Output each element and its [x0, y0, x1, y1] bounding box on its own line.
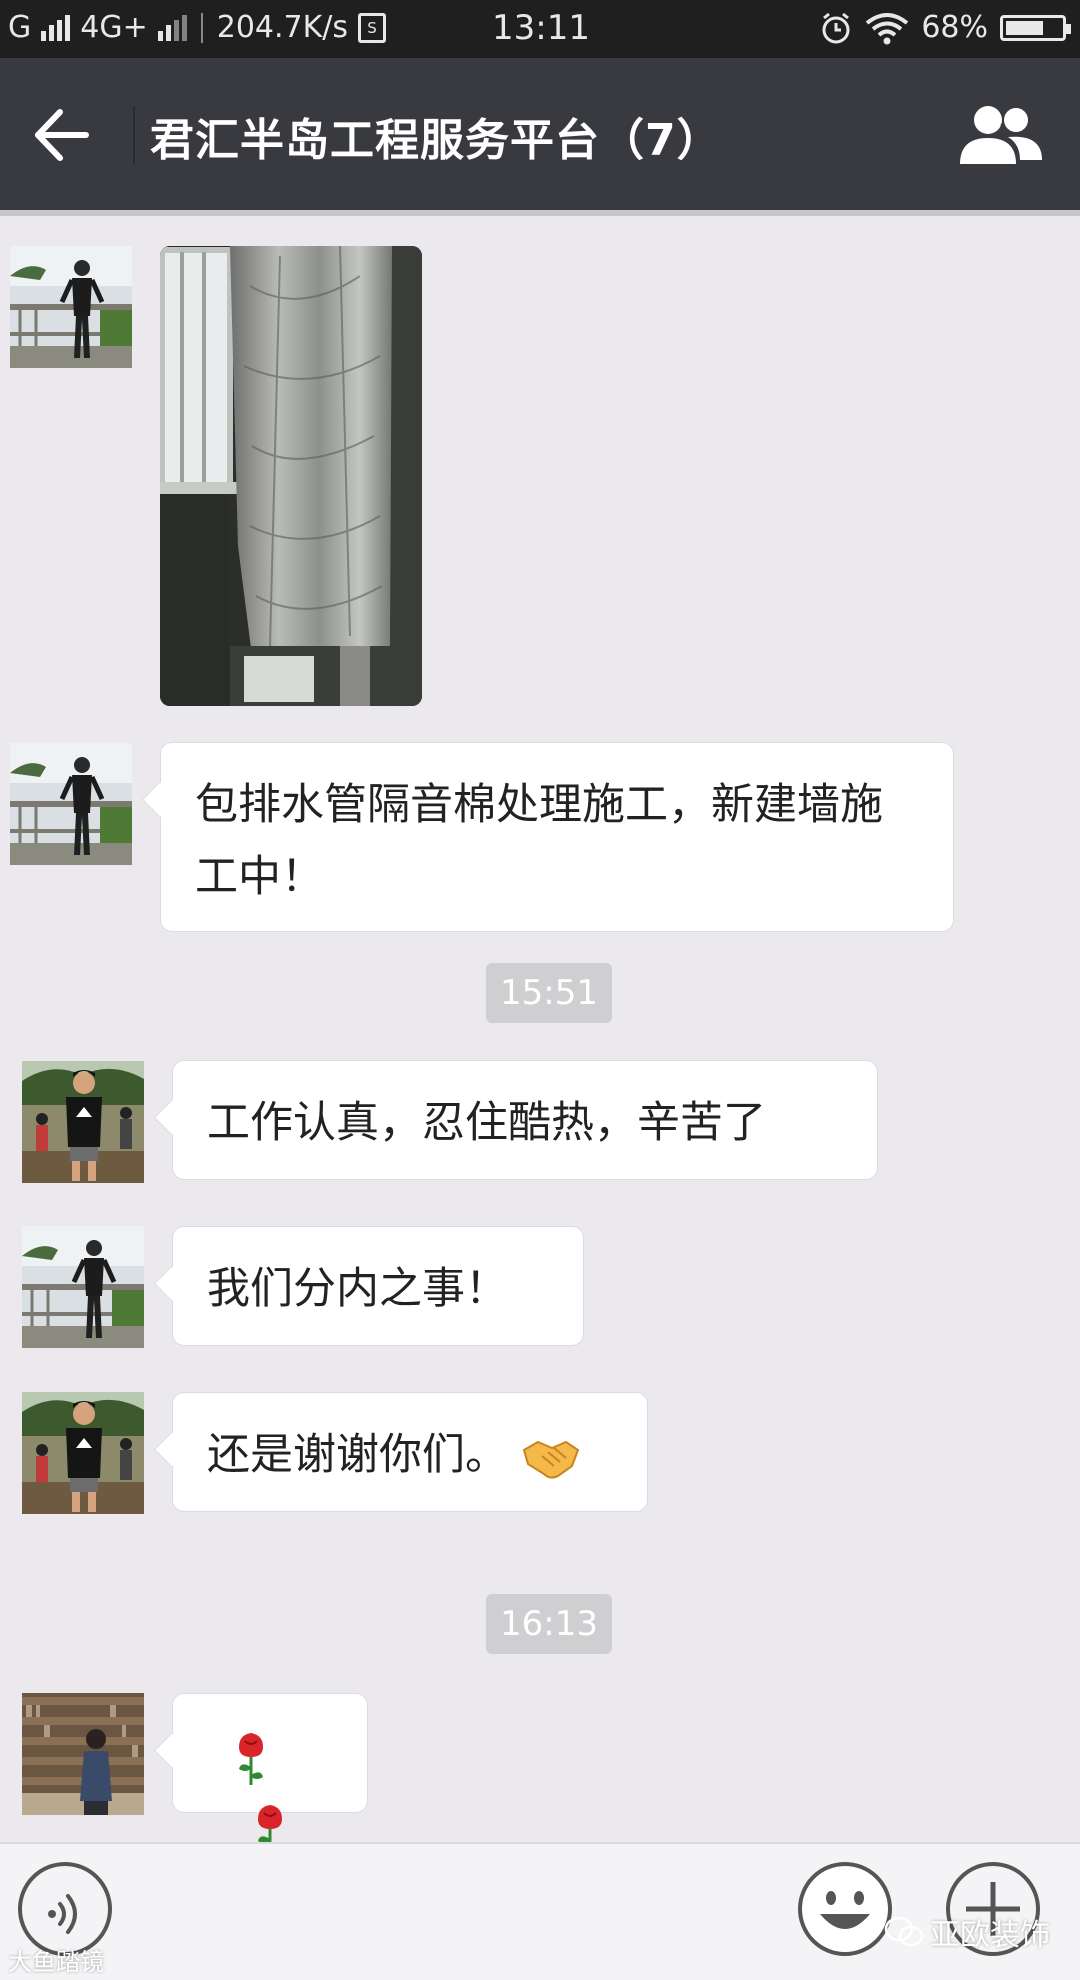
smiley-icon[interactable]	[796, 1860, 894, 1958]
message-bubble[interactable]: 工作认真，忍住酷热，辛苦了	[172, 1060, 878, 1180]
avatar[interactable]	[10, 246, 132, 368]
handshake-icon	[522, 1440, 579, 1479]
battery-icon	[1000, 14, 1071, 41]
clock: 13:11	[492, 8, 590, 48]
net-speed: 204.7K/s	[216, 10, 349, 45]
message-text: 工作认真，忍住酷热，辛苦了	[207, 1098, 766, 1148]
battery-percent: 68%	[921, 10, 988, 45]
message-text: 我们分内之事！	[207, 1264, 508, 1314]
insulated-pipe-photo	[160, 246, 422, 706]
wifi-icon	[866, 12, 909, 44]
message-bubble[interactable]: 我们分内之事！	[172, 1226, 584, 1346]
network-label: 4G+	[80, 10, 148, 45]
avatar[interactable]	[10, 743, 132, 865]
message-bubble[interactable]	[172, 1693, 368, 1857]
status-bar: G 4G+ 204.7K/s S 13:11 68%	[0, 0, 1080, 58]
watermark-left: 大鱼踏镜	[8, 1948, 104, 1976]
carrier-label: G	[8, 10, 32, 45]
group-members-icon[interactable]	[958, 102, 1044, 168]
message-text: 包排水管隔音棉处理施工，新建墙施工中！	[195, 780, 883, 902]
chat-area[interactable]: 包排水管隔音棉处理施工，新建墙施工中！ 15:51 工作认真，忍住酷热，辛苦了	[0, 216, 1080, 1857]
avatar[interactable]	[22, 1392, 144, 1514]
timestamp: 16:13	[486, 1594, 612, 1654]
alarm-icon	[822, 12, 850, 43]
message-bubble[interactable]: 还是谢谢你们。	[172, 1392, 648, 1512]
back-arrow-icon[interactable]	[30, 104, 92, 166]
wechat-icon	[884, 1916, 924, 1947]
rose-icon	[239, 1732, 264, 1785]
avatar[interactable]	[22, 1226, 144, 1348]
chat-header: 君汇半岛工程服务平台（7）	[0, 58, 1080, 210]
signal-icon-2	[157, 14, 187, 41]
signal-icon	[41, 14, 71, 41]
sim-badge: S	[358, 12, 387, 43]
message-bubble[interactable]: 包排水管隔音棉处理施工，新建墙施工中！	[160, 742, 954, 932]
avatar[interactable]	[22, 1061, 144, 1183]
chat-title: 君汇半岛工程服务平台（7）	[150, 115, 722, 166]
message-text: 还是谢谢你们。	[207, 1430, 508, 1480]
image-message[interactable]	[160, 246, 422, 706]
avatar[interactable]	[22, 1693, 144, 1815]
title-divider	[133, 106, 135, 164]
timestamp: 15:51	[486, 963, 612, 1023]
watermark-text: 亚欧装饰	[930, 1918, 1050, 1953]
watermark: 亚欧装饰	[884, 1910, 1050, 1954]
